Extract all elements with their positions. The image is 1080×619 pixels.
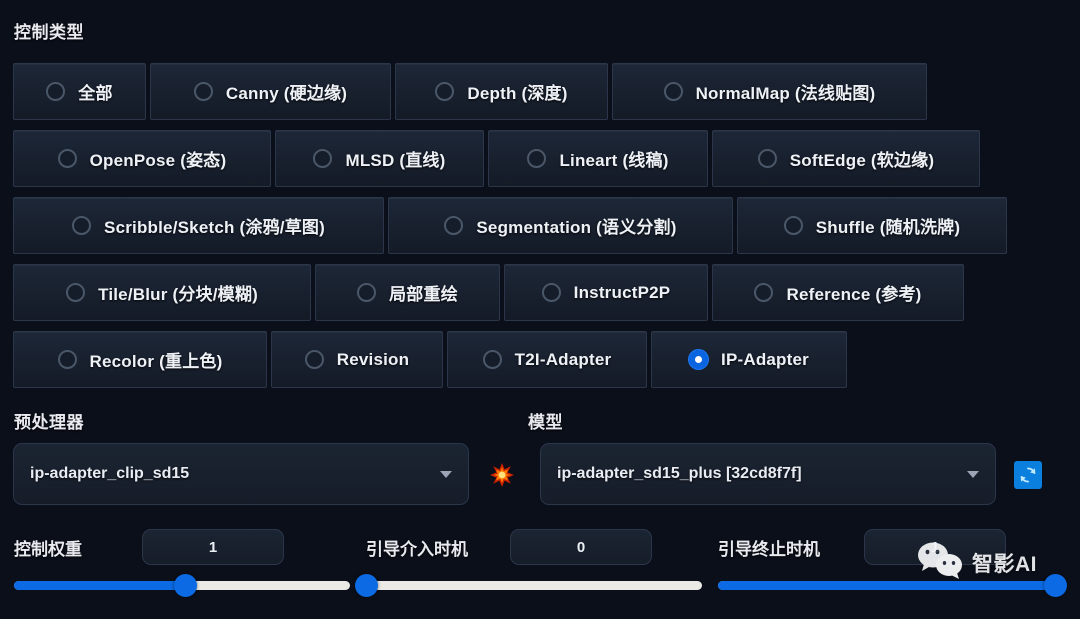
radio-unchecked-icon[interactable] — [72, 216, 92, 235]
control-type-option-label: Depth (深度) — [467, 84, 568, 103]
radio-unchecked-icon[interactable] — [527, 149, 547, 168]
slider-handle[interactable] — [354, 574, 378, 597]
control-type-option[interactable]: MLSD (直线) — [275, 130, 484, 187]
control-type-option-label: Canny (硬边缘) — [225, 84, 348, 103]
slider-value-input[interactable]: 1 — [864, 529, 1006, 565]
slider-track[interactable] — [718, 574, 1067, 597]
radio-unchecked-icon[interactable] — [482, 350, 502, 369]
control-type-option-label: Revision — [336, 349, 410, 369]
slider-track[interactable] — [14, 574, 350, 597]
preprocessor-value: ip-adapter_clip_sd15 — [30, 465, 190, 482]
preprocessor-label: 预处理器 — [14, 413, 84, 432]
control-type-option-label: Recolor (重上色) — [89, 352, 223, 371]
radio-unchecked-icon[interactable] — [444, 216, 464, 235]
slider-block: 控制权重 1 — [14, 528, 350, 608]
chevron-down-icon — [967, 470, 979, 478]
control-type-option[interactable]: Shuffle (随机洗牌) — [737, 197, 1007, 254]
slider-value-input[interactable]: 0 — [510, 529, 652, 565]
control-type-option-label: Lineart (线稿) — [559, 151, 669, 170]
slider-block: 引导终止时机 1 — [718, 528, 1067, 608]
slider-value-input[interactable]: 1 — [142, 529, 284, 565]
control-type-option-label: T2I-Adapter — [514, 349, 612, 369]
model-label: 模型 — [528, 413, 563, 432]
slider-fill — [718, 581, 1055, 590]
control-type-option-label: 局部重绘 — [389, 285, 458, 304]
control-type-option[interactable]: NormalMap (法线贴图) — [612, 63, 927, 120]
control-type-option[interactable]: Tile/Blur (分块/模糊) — [13, 264, 311, 321]
slider-header: 引导介入时机 0 — [366, 528, 702, 566]
control-type-label: 控制类型 — [14, 23, 84, 42]
control-type-option-label: MLSD (直线) — [345, 151, 446, 170]
control-type-option[interactable]: OpenPose (姿态) — [13, 130, 271, 187]
control-type-option[interactable]: Canny (硬边缘) — [150, 63, 391, 120]
radio-unchecked-icon[interactable] — [57, 350, 77, 369]
radio-unchecked-icon[interactable] — [541, 283, 561, 302]
slider-handle[interactable] — [1043, 574, 1067, 597]
radio-unchecked-icon[interactable] — [757, 149, 777, 168]
model-value: ip-adapter_sd15_plus [32cd8f7f] — [557, 465, 802, 482]
model-dropdown[interactable]: ip-adapter_sd15_plus [32cd8f7f] — [540, 443, 996, 505]
control-type-option[interactable]: Depth (深度) — [395, 63, 608, 120]
control-type-option-label: IP-Adapter — [721, 349, 809, 369]
control-type-row: OpenPose (姿态) MLSD (直线) Lineart (线稿) SoftEd… — [0, 130, 1080, 187]
control-type-option[interactable]: Reference (参考) — [712, 264, 964, 321]
controlnet-panel: 控制类型 全部 Canny (硬边缘) Depth (深度) NormalMap (法… — [0, 0, 1080, 619]
control-type-option[interactable]: Segmentation (语义分割) — [388, 197, 733, 254]
radio-unchecked-icon[interactable] — [783, 216, 803, 235]
control-type-option[interactable]: SoftEdge (软边缘) — [712, 130, 980, 187]
control-type-radio-grid: 全部 Canny (硬边缘) Depth (深度) NormalMap (法线贴图) O… — [0, 63, 1080, 398]
control-type-option-label: Tile/Blur (分块/模糊) — [98, 285, 258, 304]
radio-unchecked-icon[interactable] — [663, 82, 683, 101]
slider-track[interactable] — [354, 574, 702, 597]
control-type-option[interactable]: Lineart (线稿) — [488, 130, 708, 187]
control-type-option-label: Segmentation (语义分割) — [476, 218, 677, 237]
control-type-option[interactable]: Scribble/Sketch (涂鸦/草图) — [13, 197, 384, 254]
control-type-option-label: Shuffle (随机洗牌) — [815, 218, 961, 237]
radio-checked-icon[interactable] — [689, 350, 709, 369]
radio-unchecked-icon[interactable] — [46, 82, 66, 101]
control-type-option-label: Scribble/Sketch (涂鸦/草图) — [104, 218, 325, 237]
control-type-option[interactable]: IP-Adapter — [651, 331, 847, 388]
control-type-option[interactable]: InstructP2P — [504, 264, 708, 321]
control-type-row: Recolor (重上色) Revision T2I-Adapter IP-Adapt… — [0, 331, 1080, 388]
slider-label: 引导介入时机 — [366, 539, 468, 559]
control-type-option[interactable]: Recolor (重上色) — [13, 331, 267, 388]
control-type-option[interactable]: 全部 — [13, 63, 146, 120]
control-type-option-label: NormalMap (法线贴图) — [695, 84, 876, 103]
preprocessor-dropdown[interactable]: ip-adapter_clip_sd15 — [13, 443, 469, 505]
slider-header: 引导终止时机 1 — [718, 528, 1055, 566]
slider-header: 控制权重 1 — [14, 528, 350, 566]
refresh-icon[interactable] — [1014, 461, 1042, 489]
radio-unchecked-icon[interactable] — [754, 283, 774, 302]
control-type-option[interactable]: Revision — [271, 331, 443, 388]
control-type-option-label: 全部 — [78, 84, 113, 103]
radio-unchecked-icon[interactable] — [304, 350, 324, 369]
slider-label: 控制权重 — [14, 539, 82, 559]
radio-unchecked-icon[interactable] — [357, 283, 377, 302]
explode-icon[interactable] — [489, 462, 515, 488]
control-type-option-label: OpenPose (姿态) — [89, 151, 227, 170]
radio-unchecked-icon[interactable] — [57, 149, 77, 168]
radio-unchecked-icon[interactable] — [313, 149, 333, 168]
slider-label: 引导终止时机 — [718, 539, 820, 559]
chevron-down-icon — [440, 470, 452, 478]
control-type-option[interactable]: T2I-Adapter — [447, 331, 647, 388]
slider-handle[interactable] — [173, 574, 197, 597]
control-type-row: 全部 Canny (硬边缘) Depth (深度) NormalMap (法线贴图) — [0, 63, 1080, 120]
radio-unchecked-icon[interactable] — [435, 82, 455, 101]
radio-unchecked-icon[interactable] — [66, 283, 86, 302]
slider-track-bg — [366, 581, 702, 590]
slider-fill — [14, 581, 186, 590]
control-type-option-label: SoftEdge (软边缘) — [789, 151, 935, 170]
control-type-option-label: Reference (参考) — [786, 285, 922, 304]
control-type-row: Tile/Blur (分块/模糊) 局部重绘 InstructP2P Referenc… — [0, 264, 1080, 321]
slider-block: 引导介入时机 0 — [354, 528, 702, 608]
control-type-row: Scribble/Sketch (涂鸦/草图) Segmentation (语义分… — [0, 197, 1080, 254]
control-type-option[interactable]: 局部重绘 — [315, 264, 500, 321]
radio-unchecked-icon[interactable] — [193, 82, 213, 101]
control-type-option-label: InstructP2P — [573, 282, 671, 302]
